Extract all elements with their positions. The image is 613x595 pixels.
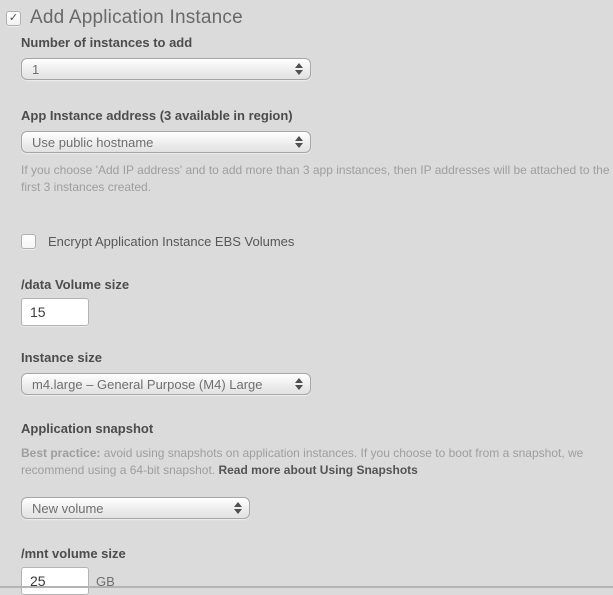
application-snapshot-label: Application snapshot [21,422,613,436]
add-application-instance-panel: ✓ Add Application Instance Number of ins… [0,0,613,588]
encrypt-checkbox[interactable] [21,234,36,249]
instance-size-label: Instance size [21,351,613,365]
select-stepper-icon [295,378,303,390]
mnt-volume-size-label: /mnt volume size [21,547,613,561]
address-label: App Instance address (3 available in reg… [21,109,613,123]
encrypt-checkbox-row: Encrypt Application Instance EBS Volumes [21,234,613,249]
select-stepper-icon [295,136,303,148]
mnt-volume-size-input[interactable] [21,567,89,595]
address-select[interactable]: Use public hostname [21,131,311,153]
address-selected-value: Use public hostname [32,135,153,150]
address-help-text: If you choose 'Add IP address' and to ad… [21,162,613,196]
snapshot-selected-value: New volume [32,501,104,516]
panel-header: ✓ Add Application Instance [0,0,613,29]
instance-size-select[interactable]: m4.large – General Purpose (M4) Large [21,373,311,395]
checkmark-icon: ✓ [9,13,18,24]
encrypt-checkbox-label: Encrypt Application Instance EBS Volumes [48,234,294,249]
select-stepper-icon [295,63,303,75]
best-practice-label: Best practice: [21,446,100,460]
num-instances-selected-value: 1 [32,62,39,77]
num-instances-select[interactable]: 1 [21,58,311,80]
mnt-volume-size-row: GB [21,567,613,595]
data-volume-size-input[interactable] [21,298,89,326]
read-more-snapshots-link[interactable]: Read more about Using Snapshots [218,463,417,477]
form-content: Number of instances to add 1 App Instanc… [0,36,613,595]
data-volume-size-label: /data Volume size [21,278,613,292]
snapshot-help-text: Best practice: avoid using snapshots on … [21,445,613,479]
add-application-instance-checkbox[interactable]: ✓ [6,11,21,26]
instance-size-selected-value: m4.large – General Purpose (M4) Large [32,377,263,392]
select-stepper-icon [234,502,242,514]
snapshot-select[interactable]: New volume [21,497,250,519]
num-instances-label: Number of instances to add [21,36,613,50]
page-title: Add Application Instance [30,7,243,29]
